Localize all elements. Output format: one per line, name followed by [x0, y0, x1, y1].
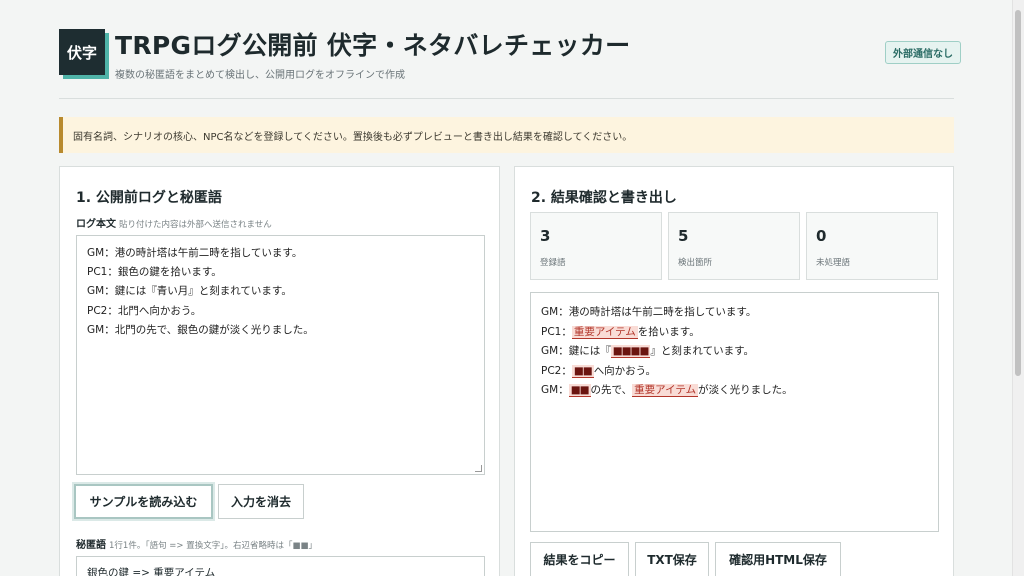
- preview-text: GM：鍵には『: [541, 345, 611, 358]
- log-textarea[interactable]: GM：港の時計塔は午前二時を指しています。 PC1：銀色の鍵を拾います。 GM：…: [76, 235, 485, 475]
- replaced-term: 重要アイテム: [632, 384, 699, 398]
- log-line: PC1：銀色の鍵を拾います。: [87, 266, 222, 279]
- notice-banner: 固有名詞、シナリオの核心、NPC名などを登録してください。置換後も必ずプレビュー…: [59, 117, 954, 153]
- preview-text: PC2：: [541, 364, 572, 377]
- log-line: PC2：北門へ向かおう。: [87, 304, 202, 317]
- result-panel-heading: 2. 結果確認と書き出し: [531, 190, 677, 206]
- preview-text: の先で、: [590, 384, 633, 397]
- preview-line: PC2： ■■ へ向かおう。: [541, 362, 928, 382]
- log-line: GM：港の時計塔は午前二時を指しています。: [87, 247, 303, 259]
- copy-result-button[interactable]: 結果をコピー: [530, 542, 629, 576]
- log-label: ログ本文 貼り付けた内容は外部へ送信されません: [76, 215, 272, 230]
- dict-label: 秘匿語 1行1件。「語句 => 置換文字」。右辺省略時は「■■」: [76, 536, 317, 551]
- offline-badge: 外部通信なし: [885, 41, 961, 64]
- masked-term: ■■■■: [610, 345, 651, 359]
- page-subtitle: 複数の秘匿語をまとめて検出し、公開用ログをオフラインで作成: [115, 70, 405, 81]
- page-title: TRPGログ公開前 伏字・ネタバレチェッカー: [115, 31, 631, 60]
- stat-label: 検出箇所: [678, 258, 713, 268]
- replaced-term: 重要アイテム: [571, 325, 638, 339]
- log-line: GM：北門の先で、銀色の鍵が淡く光りました。: [87, 323, 314, 336]
- preview-text: へ向かおう。: [593, 364, 657, 377]
- resize-handle[interactable]: [475, 465, 482, 472]
- stat-value: 3: [540, 227, 551, 245]
- preview-text: 』と刻まれています。: [650, 345, 755, 358]
- page-scrollbar[interactable]: [1012, 0, 1024, 576]
- preview-text: を拾います。: [637, 325, 700, 338]
- preview-line: GM： ■■ の先で、 重要アイテム が淡く光りました。: [541, 381, 928, 401]
- stat-unprocessed: 0 未処理語: [806, 212, 938, 280]
- preview-text: PC1：: [541, 325, 572, 338]
- secret-words-textarea[interactable]: 銀色の鍵 => 重要アイテム: [76, 556, 485, 576]
- stat-detected: 5 検出箇所: [668, 212, 800, 280]
- stat-label: 登録語: [540, 258, 566, 268]
- preview-text: が淡く光りました。: [698, 384, 793, 397]
- stat-registered: 3 登録語: [530, 212, 662, 280]
- result-panel: 2. 結果確認と書き出し 3 登録語 5 検出箇所 0 未処理語 GM：港の時計…: [514, 166, 954, 576]
- preview-line: GM：鍵には『 ■■■■ 』と刻まれています。: [541, 342, 928, 362]
- preview-text: GM：: [541, 384, 569, 397]
- dict-label-text: 秘匿語: [76, 540, 106, 551]
- clear-input-button[interactable]: 入力を消去: [218, 484, 304, 519]
- stat-value: 5: [678, 227, 689, 245]
- load-sample-button[interactable]: サンプルを読み込む: [74, 484, 213, 519]
- scrollbar-thumb[interactable]: [1015, 10, 1021, 376]
- app-logo: 伏字: [59, 29, 105, 75]
- save-html-button[interactable]: 確認用HTML保存: [715, 542, 841, 576]
- log-label-text: ログ本文: [76, 219, 116, 230]
- masked-term: ■■: [571, 364, 594, 378]
- log-hint: 貼り付けた内容は外部へ送信されません: [119, 220, 272, 230]
- dict-hint: 1行1件。「語句 => 置換文字」。右辺省略時は「■■」: [109, 541, 318, 551]
- input-panel-heading: 1. 公開前ログと秘匿語: [76, 190, 222, 206]
- header-divider: [59, 98, 954, 99]
- stat-value: 0: [816, 227, 827, 245]
- preview-line: PC1： 重要アイテム を拾います。: [541, 323, 928, 343]
- dict-line: 銀色の鍵 => 重要アイテム: [87, 567, 216, 576]
- input-panel: 1. 公開前ログと秘匿語 ログ本文 貼り付けた内容は外部へ送信されません GM：港…: [59, 166, 500, 576]
- masked-term: ■■: [568, 384, 591, 398]
- log-line: GM：鍵には『青い月』と刻まれています。: [87, 285, 292, 298]
- save-txt-button[interactable]: TXT保存: [635, 542, 709, 576]
- preview-line: GM：港の時計塔は午前二時を指しています。: [541, 306, 757, 318]
- stat-label: 未処理語: [816, 258, 851, 268]
- result-preview: GM：港の時計塔は午前二時を指しています。 PC1： 重要アイテム を拾います。 G…: [530, 292, 939, 532]
